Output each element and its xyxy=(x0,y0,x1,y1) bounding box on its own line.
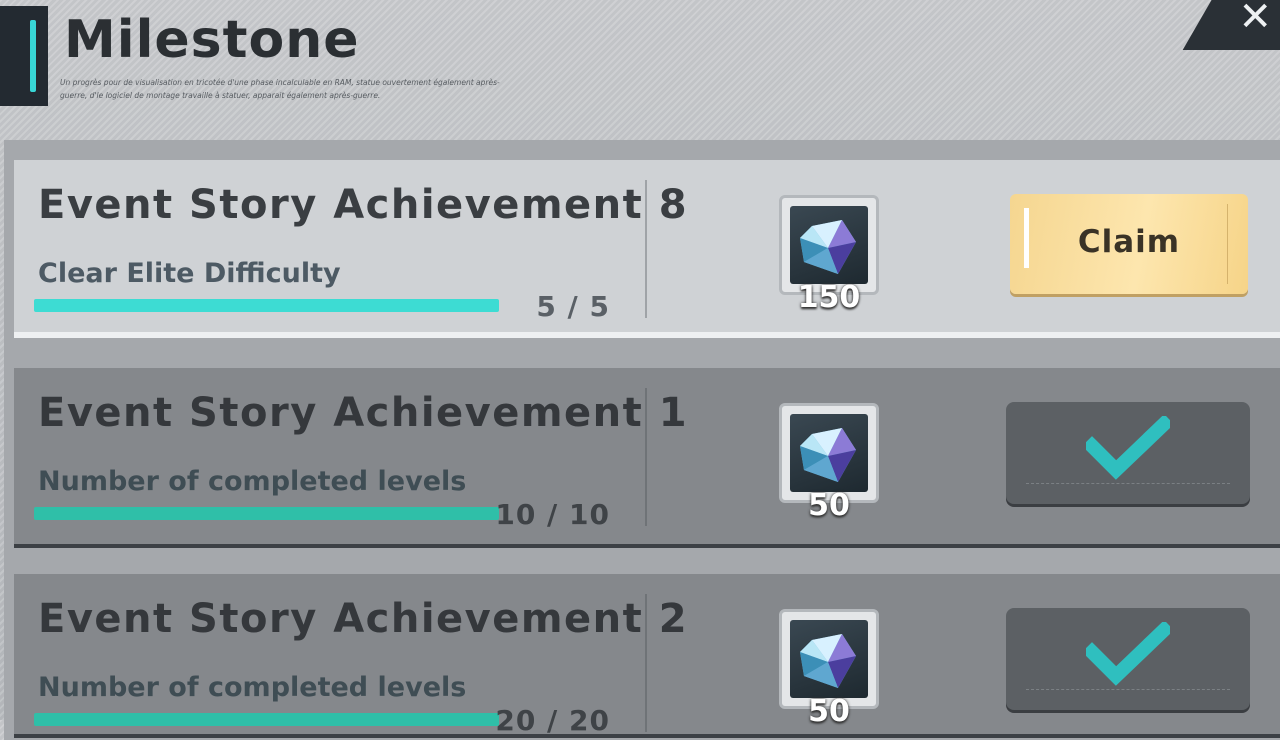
checkmark-icon xyxy=(1086,622,1170,686)
progress-bar-fill xyxy=(34,507,499,520)
crystal-gem-icon xyxy=(800,428,856,482)
progress-bar xyxy=(34,299,499,312)
milestone-description: Number of completed levels xyxy=(38,672,467,703)
claimed-status-button xyxy=(1006,402,1250,504)
claim-button[interactable]: Claim xyxy=(1010,194,1248,294)
milestone-title: Event Story Achievement 2 xyxy=(38,596,689,642)
decorative-ruler xyxy=(1026,689,1230,694)
milestone-row: Event Story Achievement 8 Clear Elite Di… xyxy=(14,160,1280,338)
header-accent-bar xyxy=(0,6,48,106)
milestone-title: Event Story Achievement 8 xyxy=(38,182,689,228)
progress-bar-fill xyxy=(34,299,499,312)
milestone-row: Event Story Achievement 1 Number of comp… xyxy=(14,368,1280,548)
milestone-description: Clear Elite Difficulty xyxy=(38,258,341,289)
progress-bar xyxy=(34,507,499,520)
reward-slot[interactable]: 150 xyxy=(779,195,879,315)
row-divider xyxy=(645,388,647,526)
reward-background xyxy=(790,620,868,698)
claim-button-label: Claim xyxy=(1077,224,1181,260)
crystal-gem-icon xyxy=(800,220,856,274)
reward-background xyxy=(790,414,868,492)
reward-background xyxy=(790,206,868,284)
milestone-title: Event Story Achievement 1 xyxy=(38,390,689,436)
progress-count: 20 / 20 xyxy=(495,704,610,737)
reward-quantity: 50 xyxy=(808,488,850,523)
checkmark-icon xyxy=(1086,416,1170,480)
row-divider xyxy=(645,180,647,318)
page-subtitle: Un progrès pour de visualisation en tric… xyxy=(60,78,500,100)
milestone-row: Event Story Achievement 2 Number of comp… xyxy=(14,574,1280,738)
progress-count: 10 / 10 xyxy=(495,498,610,531)
claimed-status-button xyxy=(1006,608,1250,710)
claim-button-decoration xyxy=(1227,204,1236,284)
row-divider xyxy=(645,594,647,732)
reward-quantity: 50 xyxy=(808,694,850,729)
decorative-ruler xyxy=(1026,483,1230,488)
reward-slot[interactable]: 50 xyxy=(779,609,879,729)
progress-count: 5 / 5 xyxy=(536,290,610,323)
page-title: Milestone xyxy=(64,10,360,70)
milestone-description: Number of completed levels xyxy=(38,466,467,497)
crystal-gem-icon xyxy=(800,634,856,688)
reward-quantity: 150 xyxy=(797,280,861,315)
close-icon[interactable]: ✕ xyxy=(1238,0,1272,40)
header: Milestone Un progrès pour de visualisati… xyxy=(0,0,1280,140)
reward-slot[interactable]: 50 xyxy=(779,403,879,523)
